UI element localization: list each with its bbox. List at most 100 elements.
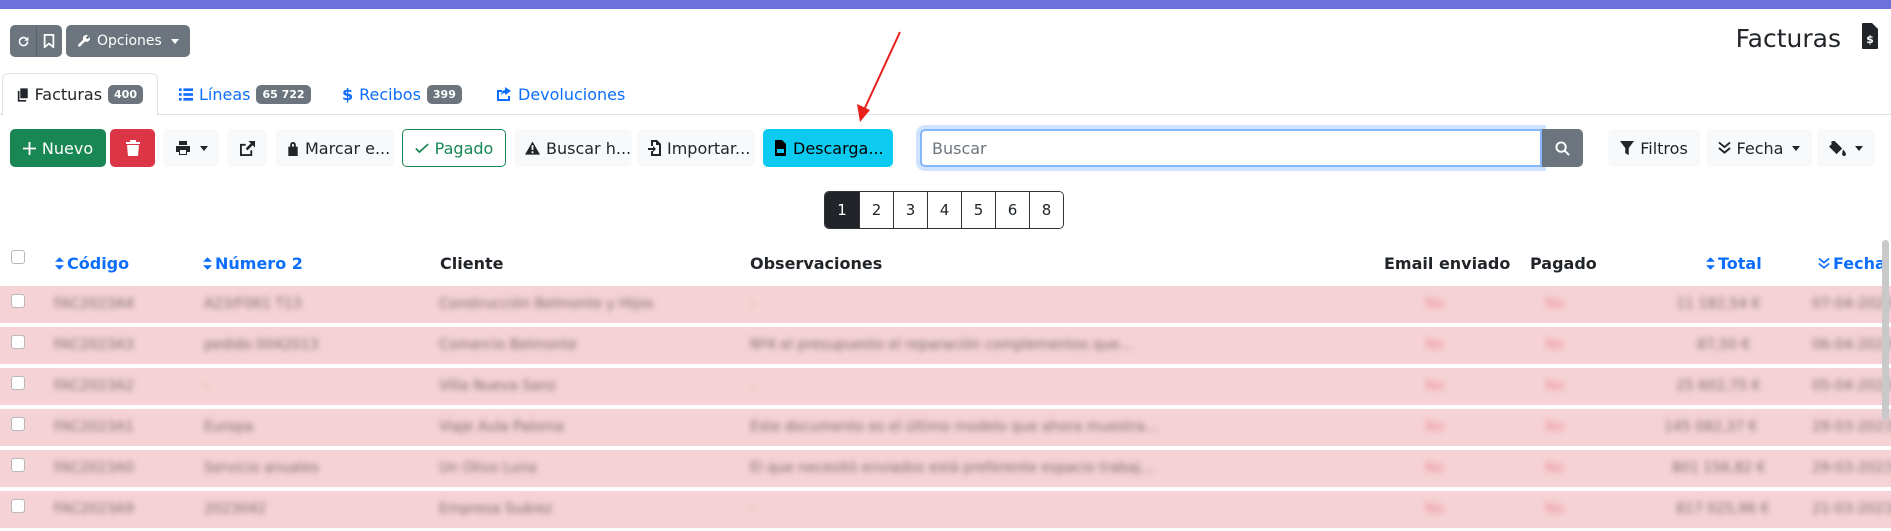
table-row[interactable]: FAC2023A9 2023042 Empresa Suárez - No No…	[0, 491, 1891, 528]
vertical-scrollbar[interactable]	[1882, 240, 1889, 420]
cell-paid: No	[1545, 419, 1565, 435]
column-header-number2[interactable]: Número 2	[203, 254, 303, 273]
refresh-icon	[18, 36, 28, 46]
row-checkbox[interactable]	[11, 335, 25, 349]
cell-total: 11 182,54 €	[1676, 296, 1761, 312]
paid-button[interactable]: Pagado	[402, 129, 506, 167]
column-header-date[interactable]: Fecha	[1818, 254, 1886, 273]
filters-button-label: Filtros	[1640, 138, 1688, 158]
open-external-button[interactable]	[227, 129, 267, 167]
cell-paid: No	[1545, 501, 1565, 517]
cell-email-sent: No	[1425, 460, 1445, 476]
header-button-group: Opciones	[10, 25, 190, 57]
mark-button-label: Marcar e...	[305, 138, 391, 158]
date-order-label: Fecha	[1736, 138, 1784, 158]
color-dropdown-button[interactable]	[1817, 129, 1875, 167]
refresh-button[interactable]	[10, 25, 36, 57]
cell-number2: -	[204, 378, 210, 394]
double-chevron-down-icon	[1717, 141, 1731, 154]
table-row[interactable]: FAC2023A2 - Villa Nueva Sanz - No No 25 …	[0, 368, 1891, 405]
page-3-button[interactable]: 3	[893, 192, 927, 228]
dollar-icon: $	[342, 84, 354, 104]
cell-total: 25 602,75 €	[1676, 378, 1761, 394]
tab-count-badge: 400	[108, 85, 143, 104]
search-input[interactable]	[920, 129, 1542, 167]
list-icon	[179, 87, 193, 101]
external-link-icon	[239, 140, 255, 156]
cell-number2: pedido 0042013	[204, 337, 319, 353]
tab-bar: Facturas 400 Líneas 65 722 $ Recibos 399…	[0, 73, 1891, 116]
cell-code: FAC2023A4	[54, 296, 134, 312]
tab-recibos[interactable]: $ Recibos 399	[328, 73, 476, 115]
column-header-total[interactable]: Total	[1706, 254, 1762, 273]
page-6-button[interactable]: 6	[995, 192, 1029, 228]
cell-total: 817 025,96 €	[1676, 501, 1770, 517]
cell-client: Viaje Aula Paloma	[439, 419, 565, 435]
download-button[interactable]: Descarga...	[763, 129, 893, 167]
cell-number2: A23/F061 T13	[204, 296, 302, 312]
search-duplicates-label: Buscar h...	[546, 138, 632, 158]
tab-devoluciones[interactable]: Devoluciones	[482, 73, 639, 115]
cell-code: FAC2023A2	[54, 378, 134, 394]
bookmark-button[interactable]	[36, 25, 62, 57]
table-row[interactable]: FAC2023A3 pedido 0042013 Comercio Belmon…	[0, 327, 1891, 364]
options-label: Opciones	[97, 33, 162, 49]
filters-button[interactable]: Filtros	[1608, 129, 1700, 167]
table-row[interactable]: FAC2023A1 Europa Viaje Aula Paloma Este …	[0, 409, 1891, 446]
row-checkbox[interactable]	[11, 294, 25, 308]
cell-paid: No	[1545, 460, 1565, 476]
cell-observations: -	[750, 378, 756, 394]
chevron-down-icon	[1792, 145, 1801, 151]
filter-icon	[1620, 141, 1635, 155]
row-checkbox[interactable]	[11, 458, 25, 472]
column-label: Pagado	[1530, 254, 1597, 273]
cell-code: FAC2023A3	[54, 337, 134, 353]
page-5-button[interactable]: 5	[961, 192, 995, 228]
page-2-button[interactable]: 2	[859, 192, 893, 228]
chevron-down-icon	[170, 38, 179, 44]
select-all-checkbox[interactable]	[11, 250, 25, 264]
cell-date: 29-03-2023	[1812, 419, 1891, 435]
cell-date: 29-03-2023	[1812, 460, 1891, 476]
search-button[interactable]	[1542, 129, 1583, 167]
cell-observations: Este documento es el último modelo que a…	[750, 419, 1159, 435]
tab-facturas[interactable]: Facturas 400	[2, 73, 158, 116]
copy-icon	[17, 87, 28, 102]
cell-email-sent: No	[1425, 501, 1445, 517]
page-8-button[interactable]: 8	[1029, 192, 1063, 228]
print-dropdown-button[interactable]	[163, 129, 219, 167]
cell-number2: 2023042	[204, 501, 267, 517]
sort-icon	[203, 257, 212, 270]
column-label: Email enviado	[1384, 254, 1511, 273]
cell-email-sent: No	[1425, 419, 1445, 435]
table-row[interactable]: FAC2023A0 Servicio anuales Un Olivo Luna…	[0, 450, 1891, 487]
column-header-code[interactable]: Código	[55, 254, 129, 273]
file-import-icon	[648, 140, 661, 156]
options-dropdown-button[interactable]: Opciones	[66, 25, 190, 57]
tab-count-badge: 65 722	[256, 84, 311, 104]
share-icon	[497, 87, 511, 101]
row-checkbox[interactable]	[11, 417, 25, 431]
row-checkbox[interactable]	[11, 499, 25, 513]
bookmark-icon	[43, 34, 55, 48]
delete-button[interactable]	[110, 129, 155, 167]
import-button[interactable]: Importar...	[637, 129, 755, 167]
file-csv-icon	[775, 140, 786, 156]
search-duplicates-button[interactable]: Buscar h...	[514, 129, 632, 167]
new-button[interactable]: Nuevo	[10, 129, 106, 167]
paint-bucket-icon	[1829, 140, 1846, 156]
date-order-dropdown-button[interactable]: Fecha	[1706, 129, 1812, 167]
import-button-label: Importar...	[667, 138, 751, 158]
cell-paid: No	[1545, 337, 1565, 353]
column-header-email-sent: Email enviado	[1384, 254, 1510, 273]
cell-client: Villa Nueva Sanz	[439, 378, 556, 394]
page-1-button[interactable]: 1	[825, 192, 859, 228]
cell-client: Comercio Belmonte	[439, 337, 577, 353]
mark-button[interactable]: Marcar e...	[276, 129, 394, 167]
row-checkbox[interactable]	[11, 376, 25, 390]
table-row[interactable]: FAC2023A4 A23/F061 T13 Construcción Belm…	[0, 286, 1891, 323]
pagination: 1 2 3 4 5 6 8	[824, 191, 1064, 229]
column-label: Código	[67, 254, 130, 273]
page-4-button[interactable]: 4	[927, 192, 961, 228]
tab-lineas[interactable]: Líneas 65 722	[165, 73, 325, 115]
